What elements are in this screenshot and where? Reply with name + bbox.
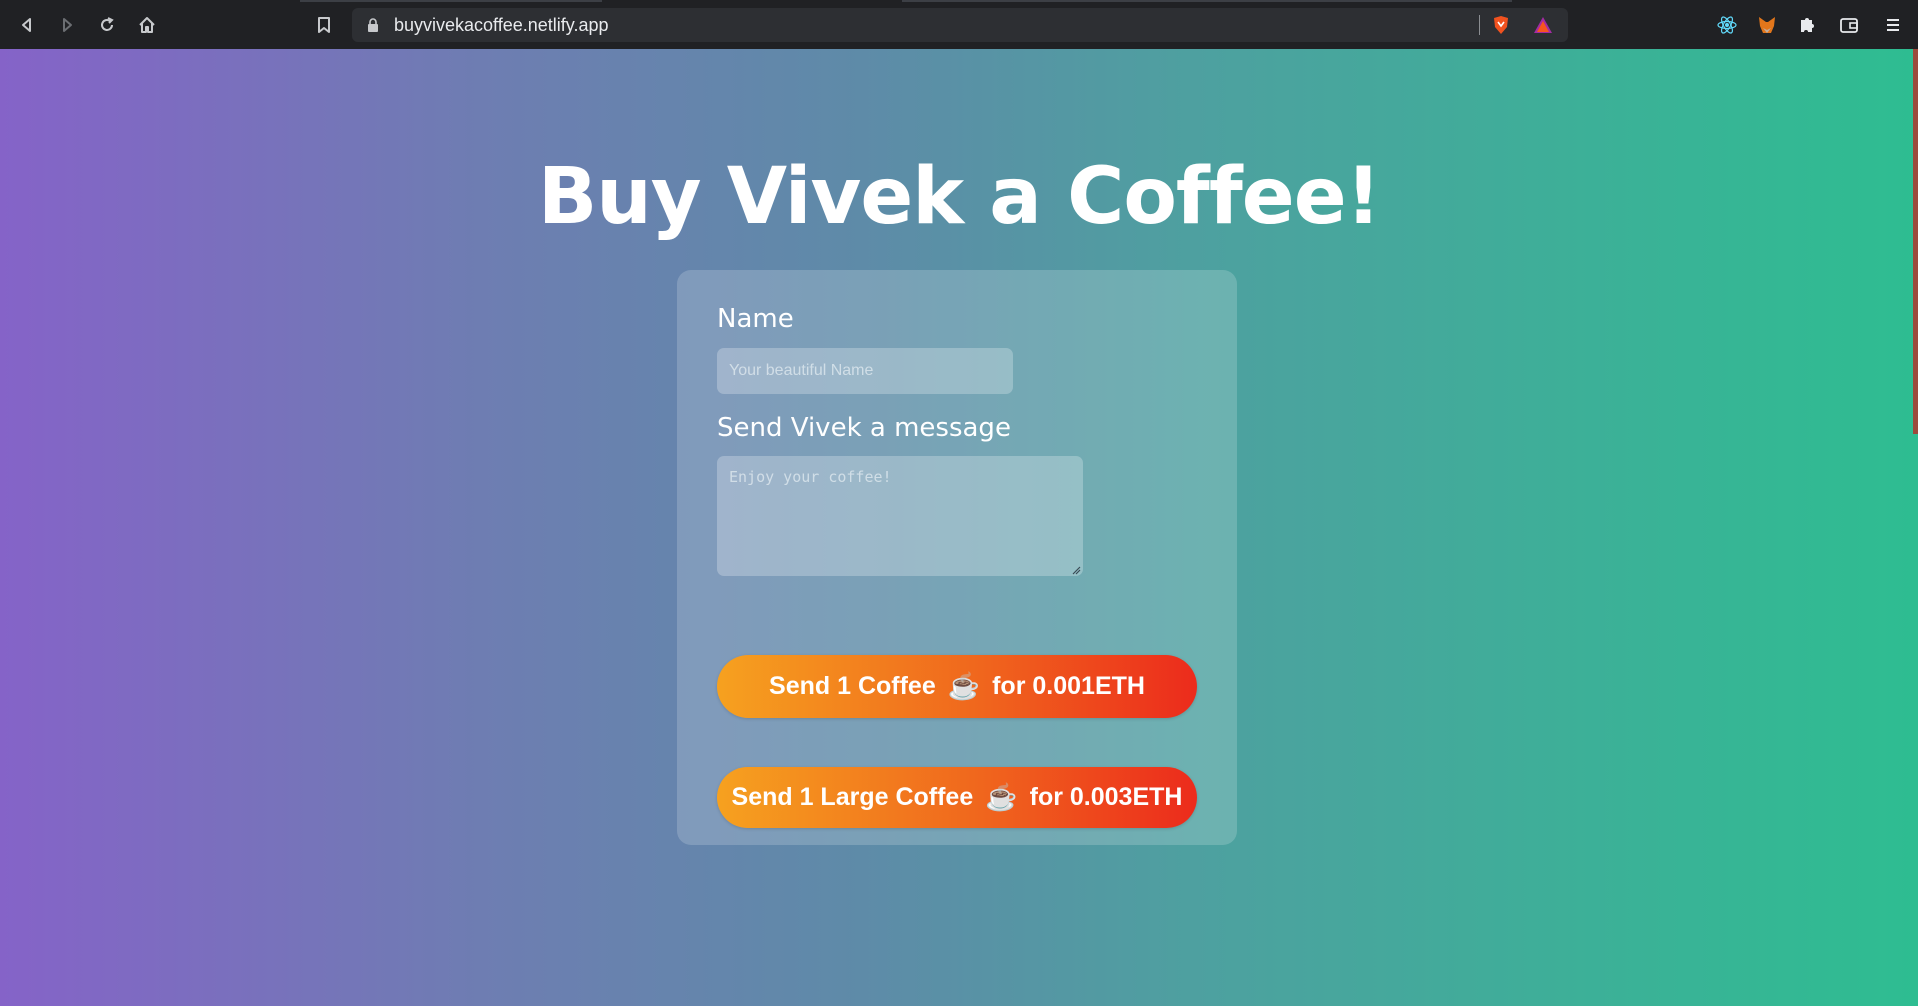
tab-strip-indicator bbox=[300, 0, 602, 2]
metamask-icon[interactable] bbox=[1754, 12, 1780, 38]
send-large-coffee-button[interactable]: Send 1 Large Coffee ☕ for 0.003ETH bbox=[717, 767, 1197, 828]
react-devtools-icon[interactable] bbox=[1714, 12, 1740, 38]
coffee-form-card: Name Send Vivek a message Send 1 Coffee … bbox=[677, 270, 1237, 845]
send-coffee-label: Send 1 Coffee bbox=[769, 672, 936, 700]
brave-rewards-icon[interactable] bbox=[1530, 12, 1556, 38]
coffee-cup-icon: ☕ bbox=[985, 782, 1018, 812]
reload-icon[interactable] bbox=[92, 10, 122, 40]
coffee-cup-icon: ☕ bbox=[947, 671, 981, 701]
message-textarea[interactable] bbox=[717, 456, 1083, 576]
page-title: Buy Vivek a Coffee! bbox=[537, 152, 1381, 242]
tab-strip-indicator bbox=[902, 0, 1512, 2]
extensions-icon[interactable] bbox=[1794, 12, 1820, 38]
send-large-coffee-price: for 0.003ETH bbox=[1029, 783, 1183, 811]
name-input[interactable] bbox=[717, 348, 1013, 394]
back-icon[interactable] bbox=[12, 10, 42, 40]
browser-toolbar: buyvivekacoffee.netlify.app bbox=[0, 0, 1918, 49]
wallet-icon[interactable] bbox=[1836, 12, 1862, 38]
send-large-coffee-label: Send 1 Large Coffee bbox=[731, 783, 974, 811]
menu-icon[interactable] bbox=[1880, 12, 1906, 38]
resize-grip-icon[interactable] bbox=[1071, 565, 1081, 575]
send-coffee-price: for 0.001ETH bbox=[992, 672, 1145, 700]
page-body: Buy Vivek a Coffee! Name Send Vivek a me… bbox=[0, 49, 1918, 1006]
address-bar-divider bbox=[1479, 15, 1480, 35]
lock-icon bbox=[368, 18, 378, 32]
name-label: Name bbox=[717, 304, 794, 334]
message-label: Send Vivek a message bbox=[717, 413, 1011, 443]
home-icon[interactable] bbox=[132, 10, 162, 40]
brave-shield-icon[interactable] bbox=[1488, 12, 1514, 38]
send-coffee-button[interactable]: Send 1 Coffee ☕ for 0.001ETH bbox=[717, 655, 1197, 718]
forward-icon[interactable] bbox=[52, 10, 82, 40]
address-bar[interactable]: buyvivekacoffee.netlify.app bbox=[352, 8, 1568, 42]
url-text: buyvivekacoffee.netlify.app bbox=[394, 15, 609, 35]
bookmark-icon[interactable] bbox=[309, 10, 339, 40]
